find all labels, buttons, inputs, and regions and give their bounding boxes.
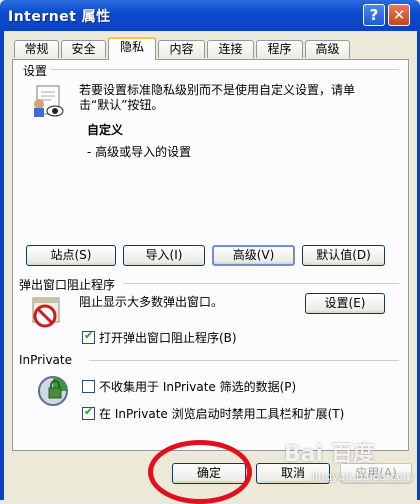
inprivate-filtering-checkbox[interactable] [82, 380, 95, 393]
window-title: Internet 属性 [8, 9, 111, 25]
privacy-panel: 设置 若要设置标准隐私级别而不是使用自定义设置，请单 击“默认”按钮。 自定义 … [12, 59, 409, 451]
popup-description: 阻止显示大多数弹出窗口。 [79, 295, 224, 309]
ok-button[interactable]: 确定 [172, 463, 246, 484]
inprivate-icon [35, 373, 71, 409]
import-button[interactable]: 导入(I) [123, 245, 205, 266]
tab-content[interactable]: 内容 [158, 40, 205, 58]
baidu-watermark-sub: jingyan.baidu.com [312, 470, 414, 483]
popup-divider [123, 283, 399, 284]
tab-programs[interactable]: 程序 [256, 40, 303, 58]
tab-connections[interactable]: 连接 [207, 40, 254, 58]
internet-options-dialog: 常规 安全 隐私 内容 连接 程序 高级 设置 若要设置标准隐私级别而不是使用自… [0, 31, 420, 500]
inprivate-filtering-checkbox-label[interactable]: 不收集用于 InPrivate 筛选的数据(P) [99, 378, 296, 395]
sites-button[interactable]: 站点(S) [26, 245, 116, 266]
popup-group-label: 弹出窗口阻止程序 [19, 276, 120, 293]
inprivate-group-label: InPrivate [19, 353, 76, 367]
popup-blocker-checkbox[interactable] [82, 329, 95, 344]
help-button[interactable]: ? [363, 4, 385, 26]
tab-general[interactable]: 常规 [14, 40, 59, 58]
privacy-settings-icon [31, 84, 67, 120]
settings-divider [43, 69, 399, 70]
settings-group-label: 设置 [23, 62, 52, 79]
privacy-level: 自定义 [87, 123, 124, 137]
close-button[interactable]: ✕ [388, 4, 410, 26]
inprivate-divider [89, 360, 399, 361]
tab-privacy[interactable]: 隐私 [108, 37, 156, 60]
advanced-button[interactable]: 高级(V) [212, 245, 295, 266]
title-bar[interactable]: Internet 属性 ? ✕ [0, 0, 420, 31]
baidu-watermark: Bai 百度 [284, 442, 375, 467]
popup-blocker-icon [31, 296, 65, 330]
inprivate-disable-toolbars-checkbox-label[interactable]: 在 InPrivate 浏览启动时禁用工具栏和扩展(T) [99, 405, 344, 422]
tab-advanced[interactable]: 高级 [305, 40, 350, 58]
settings-description-line2: 击“默认”按钮。 [79, 98, 164, 112]
popup-settings-button[interactable]: 设置(E) [305, 293, 385, 314]
popup-blocker-checkbox-label[interactable]: 打开弹出窗口阻止程序(B) [99, 329, 237, 346]
tab-security[interactable]: 安全 [61, 40, 106, 58]
inprivate-disable-toolbars-checkbox[interactable] [82, 405, 95, 420]
settings-description-line1: 若要设置标准隐私级别而不是使用自定义设置，请单 [79, 83, 356, 97]
default-button[interactable]: 默认值(D) [302, 245, 385, 266]
privacy-level-detail: - 高级或导入的设置 [87, 145, 192, 159]
